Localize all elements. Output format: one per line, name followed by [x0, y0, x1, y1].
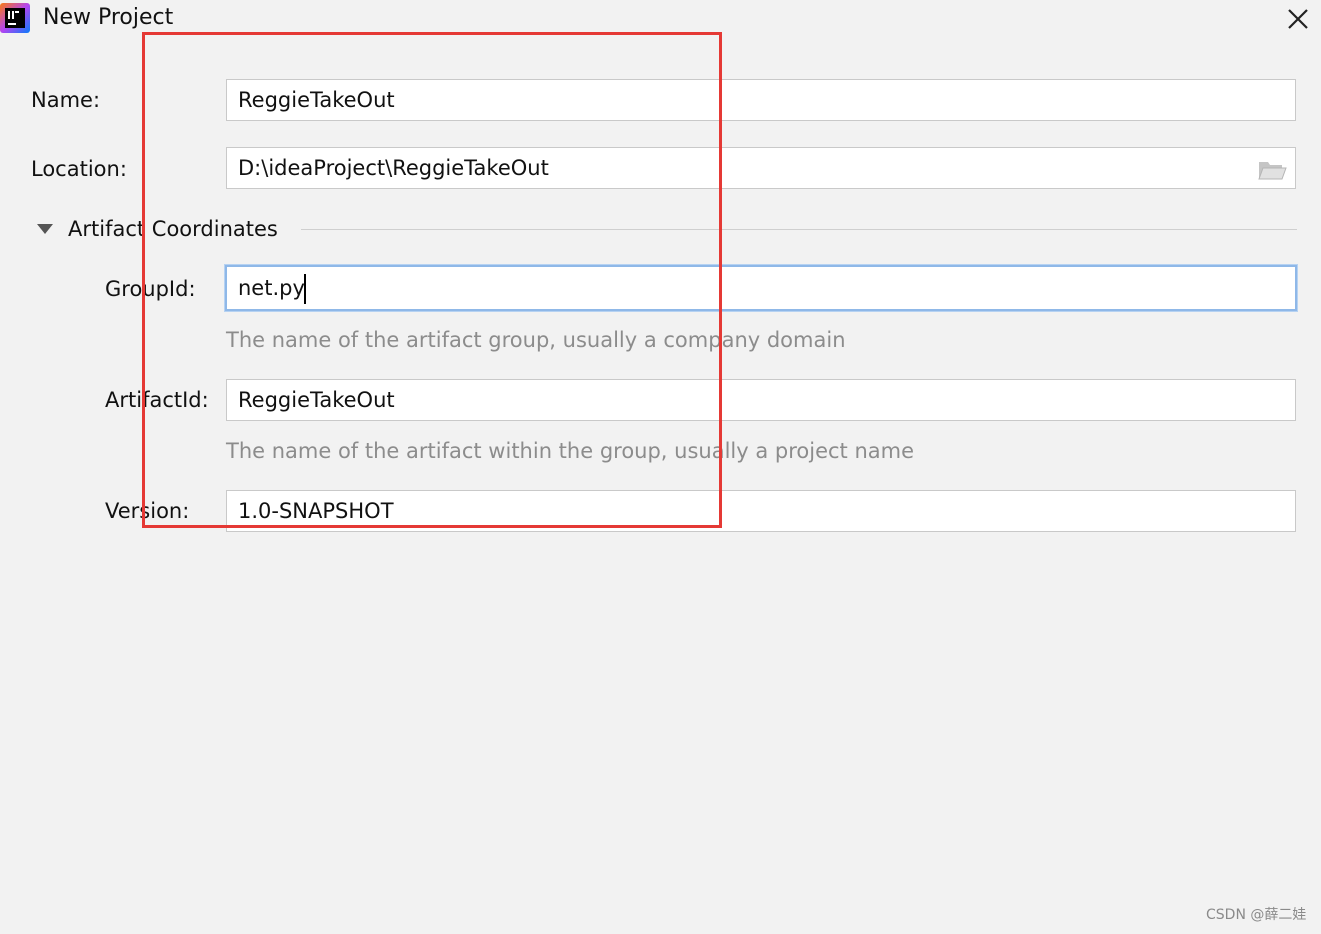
watermark: CSDN @薛二娃 [1206, 907, 1307, 923]
name-input[interactable] [226, 79, 1296, 121]
folder-icon[interactable] [1257, 157, 1287, 183]
location-input[interactable] [226, 147, 1296, 189]
groupid-label: GroupId: [105, 277, 196, 301]
artifactid-label: ArtifactId: [105, 388, 209, 412]
artifactid-input[interactable] [226, 379, 1296, 421]
location-label: Location: [31, 157, 127, 181]
artifact-coordinates-toggle[interactable]: Artifact Coordinates [68, 214, 278, 244]
section-separator [301, 229, 1297, 230]
groupid-hint: The name of the artifact group, usually … [226, 328, 846, 352]
groupid-input[interactable] [225, 265, 1297, 311]
text-caret [304, 274, 306, 304]
artifactid-hint: The name of the artifact within the grou… [226, 439, 915, 463]
triangle-down-icon[interactable] [37, 222, 53, 236]
version-input[interactable] [226, 490, 1296, 532]
name-label: Name: [31, 88, 101, 112]
version-label: Version: [105, 499, 190, 523]
intellij-idea-icon [0, 3, 30, 33]
window-title: New Project [43, 5, 174, 30]
close-icon[interactable] [1283, 4, 1313, 34]
title-bar: New Project [0, 0, 1321, 40]
